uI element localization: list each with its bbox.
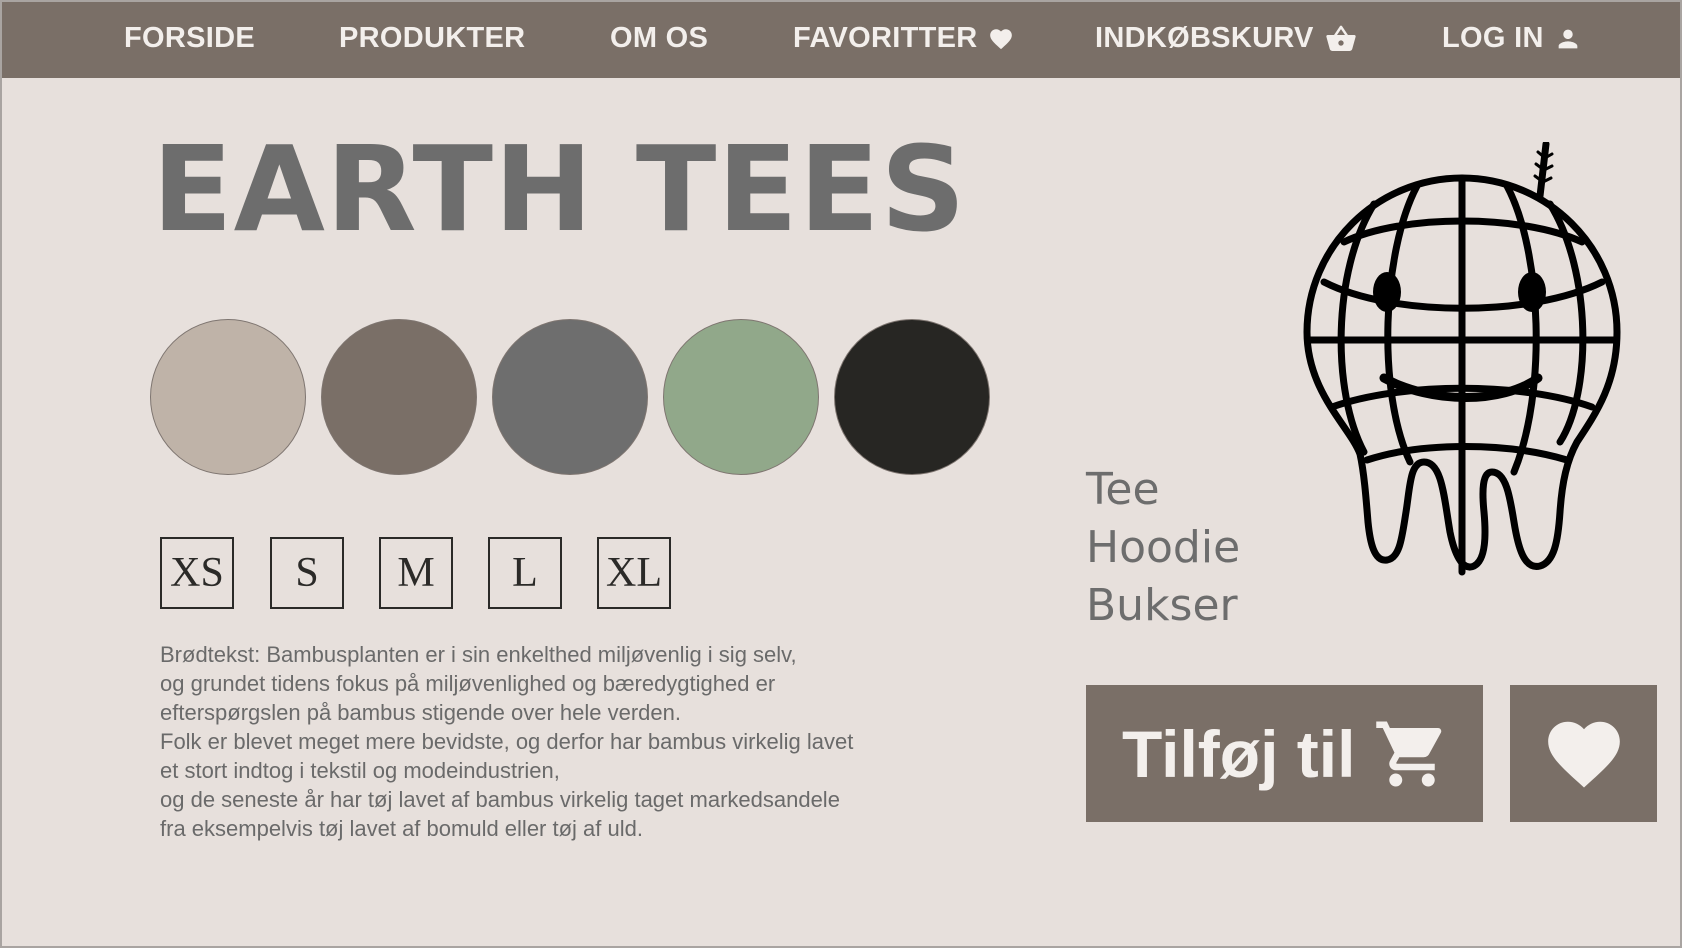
nav-label: LOG IN	[1442, 22, 1544, 54]
nav-label: FORSIDE	[124, 22, 255, 54]
size-button-s[interactable]: S	[270, 537, 344, 609]
size-button-l[interactable]: L	[488, 537, 562, 609]
nav-label: PRODUKTER	[339, 22, 526, 54]
color-swatch-beige[interactable]	[150, 319, 306, 475]
heart-icon	[1547, 721, 1620, 788]
add-to-cart-label: Tilføj til	[1122, 716, 1356, 791]
nav-item-produkter[interactable]: PRODUKTER	[339, 22, 525, 55]
category-link-bukser[interactable]: Bukser	[1086, 580, 1238, 631]
category-link-hoodie[interactable]: Hoodie	[1086, 522, 1240, 573]
description-line: og de seneste år har tøj lavet af bambus…	[160, 787, 840, 812]
color-swatch-gray[interactable]	[492, 319, 648, 475]
nav-item-favoritter[interactable]: FAVORITTER	[793, 22, 1014, 55]
nav-item-indkobskurv[interactable]: INDKØBSKURV	[1095, 22, 1358, 55]
nav-label: OM OS	[610, 22, 709, 54]
basket-icon	[1326, 25, 1356, 51]
cart-icon	[1376, 721, 1442, 786]
size-button-xl[interactable]: XL	[597, 537, 671, 609]
nav-label: INDKØBSKURV	[1095, 22, 1314, 54]
description-line: et stort indtog i tekstil og modeindustr…	[160, 758, 560, 783]
product-title: EARTH TEES	[152, 120, 967, 258]
size-button-xs[interactable]: XS	[160, 537, 234, 609]
top-navbar: FORSIDE PRODUKTER OM OS FAVORITTER INDKØ…	[2, 2, 1680, 78]
nav-item-forside[interactable]: FORSIDE	[124, 22, 255, 55]
description-line: Folk er blevet meget mere bevidste, og d…	[160, 729, 854, 754]
description-line: efterspørgslen på bambus stigende over h…	[160, 700, 681, 725]
user-icon	[1558, 29, 1578, 48]
color-swatch-black[interactable]	[834, 319, 990, 475]
description-line: Brødtekst: Bambusplanten er i sin enkelt…	[160, 642, 797, 667]
heart-icon	[989, 28, 1012, 49]
product-description: Brødtekst: Bambusplanten er i sin enkelt…	[160, 640, 960, 843]
category-link-tee[interactable]: Tee	[1086, 464, 1160, 515]
melting-globe-logo	[1303, 142, 1621, 576]
size-button-m[interactable]: M	[379, 537, 453, 609]
nav-label: FAVORITTER	[793, 22, 978, 54]
nav-item-om-os[interactable]: OM OS	[610, 22, 708, 55]
add-to-cart-button[interactable]: Tilføj til	[1086, 685, 1483, 822]
description-line: fra eksempelvis tøj lavet af bomuld elle…	[160, 816, 643, 841]
nav-item-log-in[interactable]: LOG IN	[1442, 22, 1582, 55]
favorite-button[interactable]	[1510, 685, 1657, 822]
color-swatch-green[interactable]	[663, 319, 819, 475]
description-line: og grundet tidens fokus på miljøvenlighe…	[160, 671, 776, 696]
color-swatch-taupe[interactable]	[321, 319, 477, 475]
